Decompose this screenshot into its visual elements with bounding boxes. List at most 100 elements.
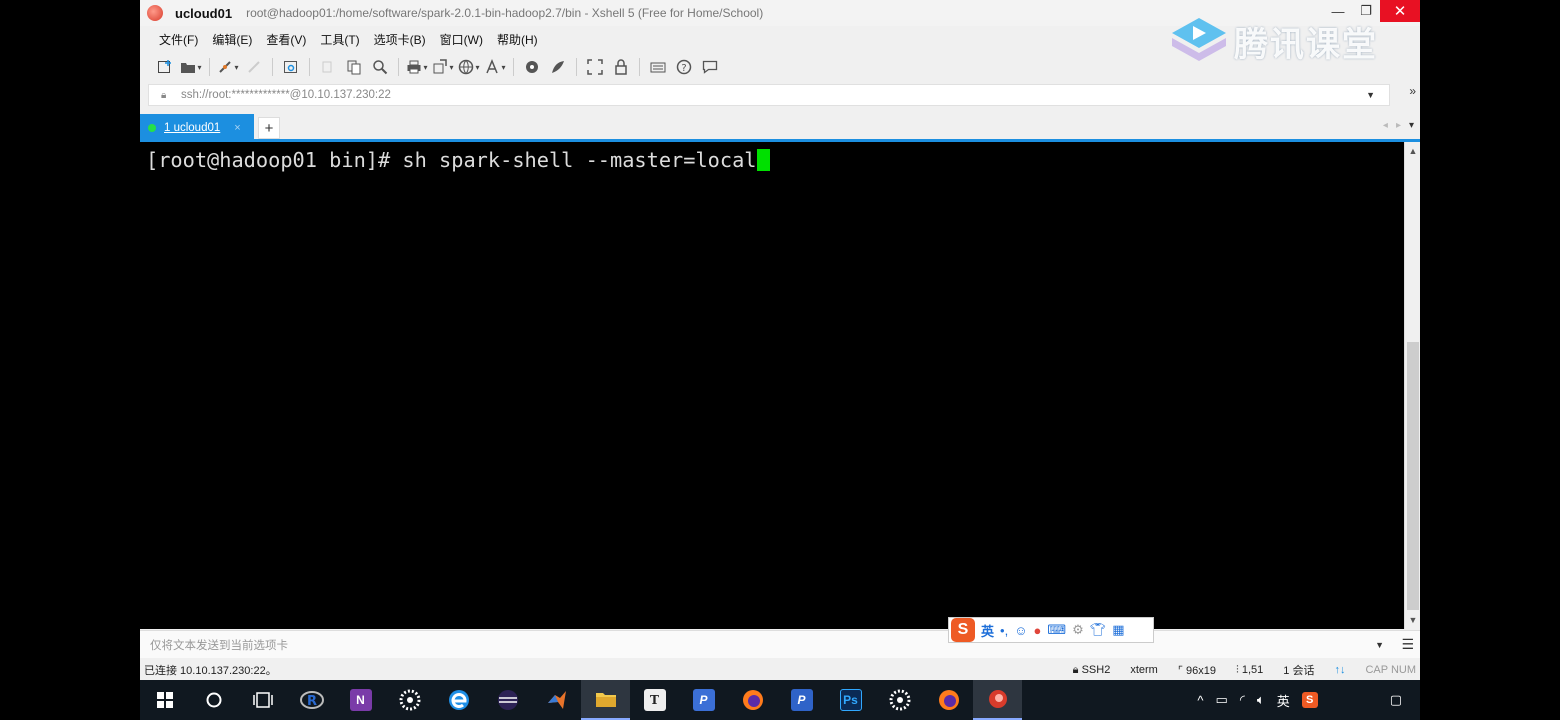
window-title: root@hadoop01:/home/software/spark-2.0.1… (246, 6, 764, 20)
firefox-2-icon[interactable] (924, 680, 973, 720)
svg-text:R: R (306, 694, 316, 709)
caps-lock-status: CAP NUM (1365, 664, 1416, 676)
mic-icon[interactable]: ● (1033, 623, 1041, 638)
menu-view[interactable]: 查看(V) (259, 31, 313, 48)
scrollbar-thumb[interactable] (1407, 342, 1419, 610)
chat-icon[interactable] (699, 57, 721, 77)
menu-window[interactable]: 窗口(W) (433, 31, 490, 48)
compose-dropdown-icon[interactable]: ▼ (1375, 640, 1384, 650)
connected-status-icon (148, 124, 156, 132)
smile-icon[interactable]: ☺ (1014, 623, 1027, 638)
session-count: 1 会话 (1283, 665, 1315, 677)
sogou-logo-icon[interactable]: S (951, 618, 975, 642)
script-icon[interactable] (547, 57, 569, 77)
texworks-icon[interactable]: T (630, 680, 679, 720)
windows-start-icon[interactable] (140, 680, 189, 720)
ime-language[interactable]: 英 (981, 621, 994, 640)
scroll-up-icon[interactable]: ▲ (1405, 144, 1420, 158)
help-icon[interactable]: ? (673, 57, 695, 77)
resize-icon: ⌜ (1177, 664, 1183, 677)
tray-language[interactable]: 英 (1277, 691, 1290, 710)
battery-icon[interactable]: ▭ (1216, 692, 1228, 708)
toolbar-overflow-icon[interactable]: » (1409, 84, 1416, 98)
tab-close-icon[interactable]: × (234, 122, 240, 134)
notification-center-icon[interactable]: ▢ (1390, 692, 1402, 708)
menu-edit[interactable]: 编辑(E) (205, 31, 259, 48)
terminal-line: [root@hadoop01 bin]# sh spark-shell --ma… (146, 148, 770, 172)
xshell-taskbar-icon[interactable] (973, 680, 1022, 720)
file-explorer-icon[interactable] (581, 680, 630, 720)
ime-toolbar: S 英 •, ☺ ● ⌨ ⚙ 👕︎ ▦ (948, 617, 1154, 643)
tab-navigation: ◂▸▾ (1383, 120, 1414, 131)
toolbar-divider (513, 58, 514, 76)
tab-list-icon[interactable]: ▾ (1409, 120, 1414, 131)
terminal-scrollbar[interactable]: ▲ ▼ (1404, 142, 1420, 629)
address-value[interactable]: ssh://root:*************@10.10.137.230:2… (181, 89, 391, 101)
lock-icon[interactable] (610, 57, 632, 77)
tab-next-icon[interactable]: ▸ (1396, 120, 1409, 131)
shirt-icon[interactable]: 👕︎ (1090, 622, 1107, 638)
print-icon[interactable] (406, 57, 428, 77)
menu-tabs[interactable]: 选项卡(B) (367, 31, 433, 48)
menu-tools[interactable]: 工具(T) (313, 31, 366, 48)
keyboard-icon[interactable]: ⌨ (1047, 622, 1066, 638)
ime-punctuation[interactable]: •, (1000, 623, 1008, 638)
toolbar-divider (272, 58, 273, 76)
address-dropdown-icon[interactable]: ▼ (1366, 90, 1375, 100)
tray-expand-icon[interactable]: ^ (1197, 693, 1203, 708)
photoshop-icon[interactable]: Ps (826, 680, 875, 720)
keyboard-icon[interactable] (647, 57, 669, 77)
session-name: ucloud01 (175, 5, 233, 21)
menu-help[interactable]: 帮助(H) (490, 31, 545, 48)
volume-icon[interactable]: 🔈︎ (1257, 692, 1265, 708)
tab-prev-icon[interactable]: ◂ (1383, 120, 1396, 131)
encoding-globe-icon[interactable] (458, 57, 480, 77)
open-folder-icon[interactable] (180, 57, 202, 77)
paste-icon[interactable] (343, 57, 365, 77)
app-p-blue-icon[interactable]: P (679, 680, 728, 720)
app-sunburst-icon[interactable] (385, 680, 434, 720)
shell-prompt: [root@hadoop01 bin]# (146, 148, 403, 172)
transfer-icon[interactable] (432, 57, 454, 77)
disconnect-icon[interactable] (243, 57, 265, 77)
fullscreen-icon[interactable] (584, 57, 606, 77)
terminal-view[interactable]: [root@hadoop01 bin]# sh spark-shell --ma… (140, 142, 1404, 629)
edge-browser-icon[interactable] (434, 680, 483, 720)
terminal-type: xterm (1130, 664, 1158, 676)
r-studio-icon[interactable]: R (287, 680, 336, 720)
close-button[interactable]: ✕ (1380, 0, 1420, 22)
find-icon[interactable] (369, 57, 391, 77)
terminal-cursor (756, 149, 770, 171)
wifi-icon[interactable]: ◜ (1240, 692, 1245, 708)
xshell-app-icon[interactable] (147, 5, 163, 21)
task-view-icon[interactable] (238, 680, 287, 720)
eclipse-icon[interactable] (483, 680, 532, 720)
compose-input[interactable]: 仅将文本发送到当前选项卡 (150, 637, 288, 653)
svg-text:?: ? (681, 63, 686, 74)
grid-icon[interactable]: ▦ (1112, 622, 1124, 638)
xftp-icon[interactable] (521, 57, 543, 77)
copy-icon[interactable] (317, 57, 339, 77)
search-icon[interactable] (189, 680, 238, 720)
firefox-icon[interactable] (728, 680, 777, 720)
matlab-icon[interactable] (532, 680, 581, 720)
tab-label: 1 ucloud01 (164, 122, 221, 134)
sogou-tray-icon[interactable]: S (1301, 692, 1318, 708)
menu-file[interactable]: 文件(F) (152, 31, 205, 48)
address-bar[interactable]: 🔒︎ ssh://root:*************@10.10.137.23… (148, 84, 1390, 106)
tab-ucloud01[interactable]: 1 ucloud01 × (140, 114, 254, 142)
tools-icon[interactable]: ⚙ (1072, 622, 1084, 638)
position-icon: ⫶ (1236, 663, 1239, 676)
font-icon[interactable] (484, 57, 506, 77)
onenote-icon[interactable]: N (336, 680, 385, 720)
shell-command: sh spark-shell --master=local (402, 148, 757, 172)
compose-menu-icon[interactable]: ☰ (1401, 636, 1414, 653)
properties-icon[interactable] (280, 57, 302, 77)
new-session-icon[interactable] (154, 57, 176, 77)
connect-icon[interactable] (217, 57, 239, 77)
add-tab-button[interactable]: + (258, 117, 280, 139)
app-sunburst-2-icon[interactable] (875, 680, 924, 720)
compose-bar[interactable]: 仅将文本发送到当前选项卡 ▼ ☰ (140, 630, 1420, 658)
app-p-blue-2-icon[interactable]: P (777, 680, 826, 720)
scroll-down-icon[interactable]: ▼ (1405, 613, 1420, 627)
